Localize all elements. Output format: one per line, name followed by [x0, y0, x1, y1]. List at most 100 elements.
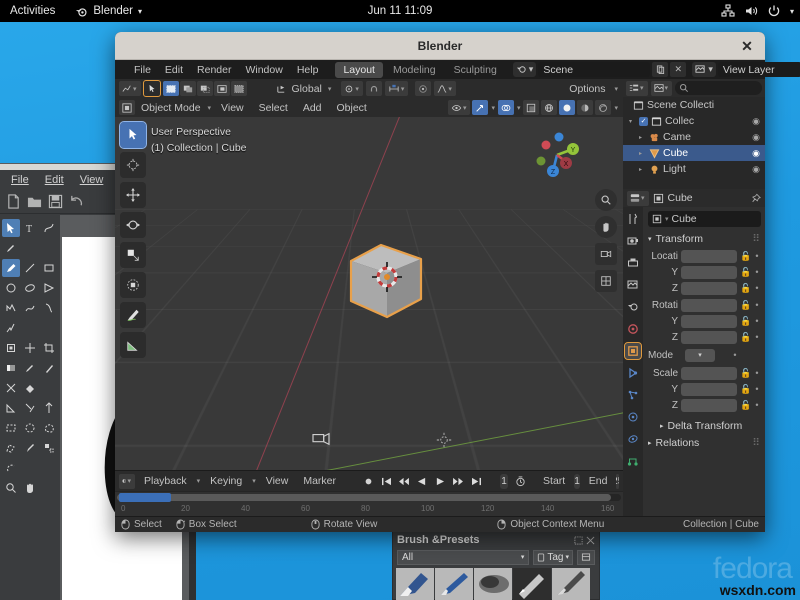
bezier-tool-icon[interactable]	[40, 219, 58, 237]
animate-dot-icon[interactable]: •	[731, 350, 739, 360]
render-tab-icon[interactable]	[625, 233, 641, 249]
timeline-menu-view[interactable]: View	[260, 475, 295, 487]
menu-render[interactable]: Render	[190, 62, 238, 78]
pen-tool-icon[interactable]	[2, 239, 20, 257]
menu-help[interactable]: Help	[290, 62, 326, 78]
chevron-right-icon[interactable]: ▸	[660, 422, 664, 430]
set-select-icon[interactable]	[163, 81, 179, 96]
unlink-scene-icon[interactable]: ✕	[670, 62, 686, 77]
pin-icon[interactable]	[751, 193, 761, 204]
chevron-down-icon[interactable]: ▾	[490, 104, 496, 112]
crop-tool-icon[interactable]	[40, 339, 58, 357]
scale-x-row[interactable]: Scale 🔓 •	[648, 366, 761, 380]
brush-thumbnail[interactable]	[513, 568, 551, 600]
timeline-scroll-thumb[interactable]	[117, 494, 611, 501]
brush-thumbnail[interactable]	[552, 568, 590, 600]
visibility-eye-icon[interactable]: ◉	[752, 164, 760, 175]
fill-tool-icon[interactable]	[21, 379, 39, 397]
gizmo-icon[interactable]	[472, 100, 488, 115]
editor-type-icon[interactable]: ▾	[119, 81, 141, 96]
properties-editor[interactable]: ▾ Cube	[623, 189, 765, 516]
brush-options-button[interactable]	[577, 550, 595, 565]
outliner-row-camera[interactable]: ▸ Came ◉	[623, 129, 765, 145]
visibility-eye-icon[interactable]: ◉	[752, 132, 760, 143]
brush-presets-dock[interactable]: Brush &Presets All ▾ Tag ▾	[392, 531, 600, 600]
gradient-tool-icon[interactable]	[2, 359, 20, 377]
viewport-menu-add[interactable]: Add	[297, 102, 328, 114]
timeline-menu-keying[interactable]: Keying	[204, 475, 248, 487]
brush-thumbnail[interactable]	[435, 568, 473, 600]
cursor-select-icon[interactable]	[144, 81, 160, 96]
tool-palette[interactable]: T	[0, 215, 60, 600]
polygonal-select-icon[interactable]	[2, 439, 20, 457]
colorize-mask-icon[interactable]	[2, 379, 20, 397]
start-frame-field[interactable]: 1	[574, 474, 580, 489]
navigation-gizmo[interactable]: Y Z X	[527, 125, 587, 185]
location-z-input[interactable]	[681, 282, 737, 295]
scene-browse-icon[interactable]: ▾	[513, 62, 537, 77]
rotation-y-input[interactable]	[681, 315, 737, 328]
outliner-row-light[interactable]: ▸ Light ◉	[623, 161, 765, 177]
contiguous-select-icon[interactable]	[21, 439, 39, 457]
new-document-icon[interactable]	[6, 194, 21, 209]
similar-select-icon[interactable]	[40, 439, 58, 457]
prev-keyframe-icon[interactable]	[397, 474, 411, 489]
polygon-tool-icon[interactable]	[40, 279, 58, 297]
properties-tab-column[interactable]	[623, 207, 643, 516]
gnome-top-bar[interactable]: Activities Blender ▾ Jun 11 11:09	[0, 0, 800, 22]
scale-z-input[interactable]	[681, 399, 737, 412]
viewport-header-top[interactable]: ▾ Global ▾ ▾	[115, 79, 623, 98]
mode-selector-label[interactable]: Object Mode	[138, 102, 204, 114]
location-y-input[interactable]	[681, 266, 737, 279]
output-tab-icon[interactable]	[625, 255, 641, 271]
outliner-editor[interactable]: ▾ ▾ Scene Collecti ▾ ✓	[623, 79, 765, 189]
animate-dot-icon[interactable]: •	[753, 267, 761, 277]
visibility-eye-icon[interactable]: ◉	[752, 148, 760, 159]
modifier-tab-icon[interactable]	[625, 365, 641, 381]
drag-dots-icon[interactable]: ⠿	[752, 233, 761, 245]
play-icon[interactable]	[433, 474, 447, 489]
collection-checkbox[interactable]: ✓	[639, 117, 648, 126]
end-frame-field[interactable]: 25	[616, 474, 619, 489]
drag-dots-icon[interactable]: ⠿	[752, 437, 761, 449]
system-status-area[interactable]: ▾	[721, 4, 794, 18]
options-label[interactable]: Options	[563, 83, 611, 95]
chevron-right-icon[interactable]: ▸	[639, 150, 646, 157]
bgapp-menu-file[interactable]: File	[4, 172, 36, 188]
float-icon[interactable]	[574, 536, 583, 545]
transform-tool-icon[interactable]	[120, 272, 146, 298]
rotation-x-input[interactable]	[681, 299, 737, 312]
view-layer-name-field[interactable]: View Layer	[718, 62, 800, 77]
chevron-down-icon[interactable]: ▾	[207, 104, 213, 112]
measure-tool-icon[interactable]	[2, 399, 20, 417]
viewport-menu-select[interactable]: Select	[253, 102, 294, 114]
animate-dot-icon[interactable]: •	[753, 300, 761, 310]
scale-y-row[interactable]: Y 🔓 •	[648, 382, 761, 396]
freehand-select-icon[interactable]	[40, 419, 58, 437]
properties-header[interactable]: ▾ Cube	[623, 189, 765, 207]
tweak-tool-icon[interactable]	[120, 122, 146, 148]
object-name-field[interactable]: ▾ Cube	[648, 211, 761, 227]
transform-orientation-value[interactable]: Global	[289, 83, 325, 95]
workspace-tab-modeling[interactable]: Modeling	[385, 62, 444, 78]
search-input[interactable]	[675, 81, 762, 95]
cursor-tool-icon[interactable]	[120, 152, 146, 178]
timeline-header[interactable]: ▾ Playback ▾ Keying ▾ View Marker	[115, 471, 623, 491]
timeline-editor-icon[interactable]: ▾	[119, 474, 135, 489]
annotate-tool-icon[interactable]	[120, 302, 146, 328]
cube-object[interactable]	[343, 237, 433, 325]
record-icon[interactable]	[361, 474, 375, 489]
scale-y-input[interactable]	[681, 383, 737, 396]
pan-tool-icon[interactable]	[21, 479, 39, 497]
network-icon[interactable]	[721, 4, 735, 18]
location-x-input[interactable]	[681, 250, 737, 263]
brush-thumbnail[interactable]	[474, 568, 512, 600]
save-icon[interactable]	[48, 194, 63, 209]
rotation-x-row[interactable]: Rotati 🔓 •	[648, 298, 761, 312]
lock-icon[interactable]: 🔓	[740, 251, 750, 262]
rotation-z-row[interactable]: Z 🔓 •	[648, 330, 761, 344]
world-tab-icon[interactable]	[625, 321, 641, 337]
chevron-down-icon[interactable]: ▾	[196, 477, 202, 485]
transform-tool-icon[interactable]	[2, 339, 20, 357]
freehand-ellipse-icon[interactable]	[21, 279, 39, 297]
